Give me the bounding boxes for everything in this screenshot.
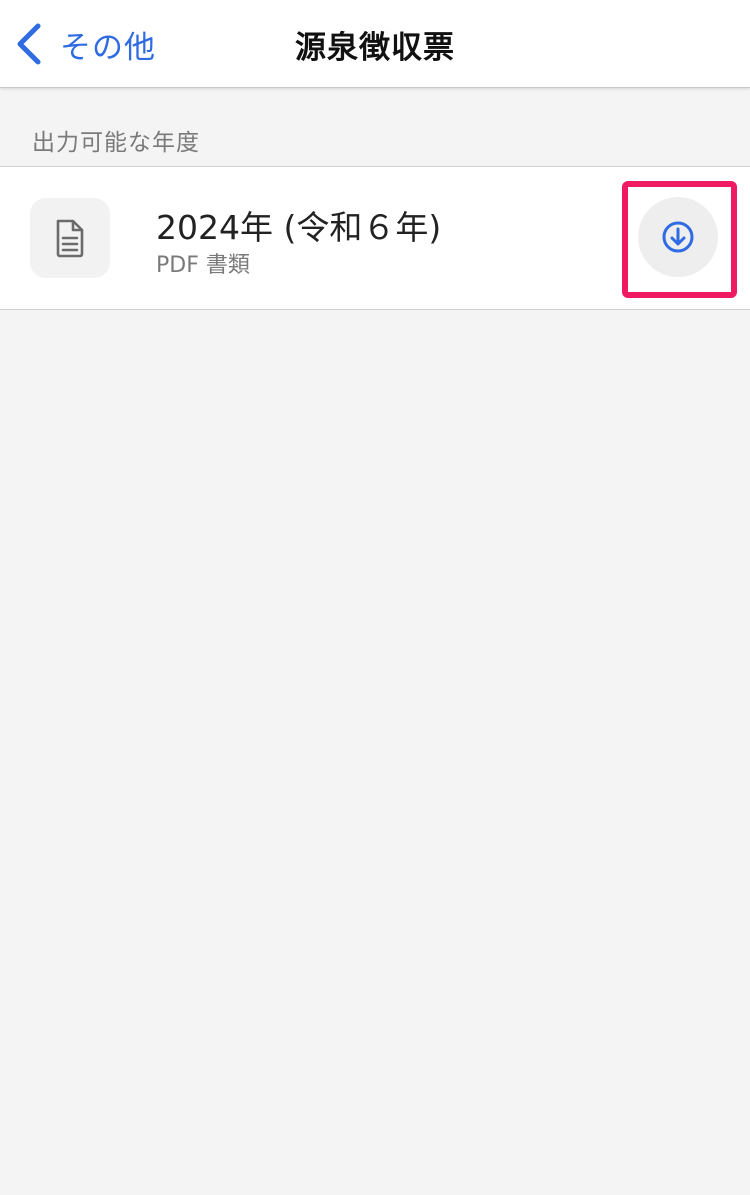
item-title: 2024年 (令和６年) — [156, 208, 442, 247]
navigation-bar: その他 源泉徴収票 — [0, 0, 750, 88]
section-header: 出力可能な年度 — [32, 130, 200, 156]
highlight-frame — [622, 181, 737, 298]
item-subtitle: PDF 書類 — [156, 253, 250, 278]
page-title: 源泉徴収票 — [295, 30, 455, 66]
document-icon — [30, 198, 110, 278]
